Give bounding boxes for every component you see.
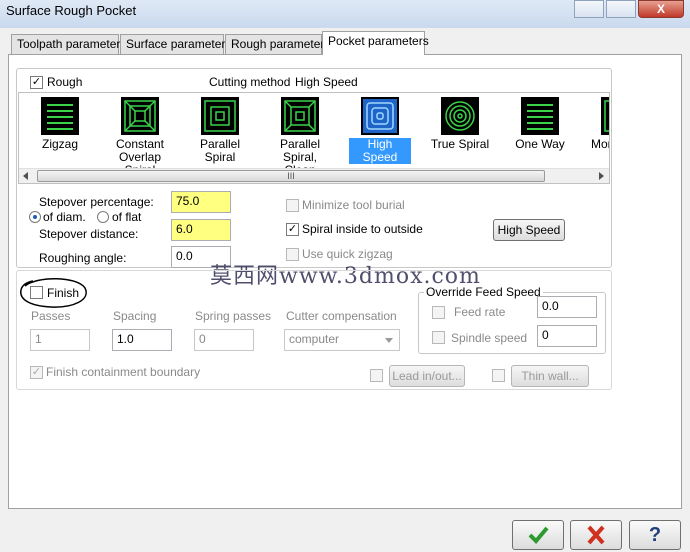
cutting-method-label: Cutting method (209, 75, 291, 89)
spacing-label: Spacing (113, 309, 157, 323)
method-label-high-speed[interactable]: High Speed (349, 138, 411, 164)
method-label-true-spiral[interactable]: True Spiral (423, 138, 497, 151)
window-title: Surface Rough Pocket (6, 3, 137, 18)
minimize-tool-burial-label: Minimize tool burial (302, 198, 405, 212)
constant-overlap-spiral-icon[interactable] (121, 97, 159, 135)
finish-checkbox[interactable] (30, 286, 43, 299)
maximize-button[interactable] (606, 0, 636, 18)
scroll-left-icon[interactable] (23, 172, 28, 180)
spiral-inside-label: Spiral inside to outside (302, 222, 423, 236)
rough-checkbox[interactable]: ✓ (30, 76, 43, 89)
tab-label: Surface parameters (126, 37, 232, 51)
feed-rate-input[interactable]: 0.0 (537, 296, 597, 318)
method-label-parallel-spiral[interactable]: Parallel Spiral (183, 138, 257, 164)
method-label-morph[interactable]: Mor (583, 138, 609, 151)
passes-input[interactable]: 1 (30, 329, 90, 351)
zigzag-icon[interactable] (41, 97, 79, 135)
morph-icon[interactable] (601, 97, 610, 135)
cutter-compensation-value: computer (289, 332, 340, 346)
spiral-inside-checkbox[interactable]: ✓ (286, 223, 299, 236)
stepover-distance-input[interactable]: 6.0 (171, 219, 231, 241)
tab-label: Rough parameters (231, 37, 331, 51)
help-button[interactable]: ? (629, 520, 681, 550)
finish-label: Finish (47, 286, 80, 300)
method-label-zigzag[interactable]: Zigzag (23, 138, 97, 151)
cutting-method-value: High Speed (295, 75, 358, 89)
scroll-thumb[interactable]: III (37, 170, 545, 182)
stepover-distance-label: Stepover distance: (39, 227, 139, 241)
of-flat-radio[interactable] (97, 211, 109, 223)
tab-label: Pocket parameters (328, 34, 429, 48)
tab-pocket-parameters[interactable]: Pocket parameters (322, 31, 429, 55)
finish-containment-label: Finish containment boundary (46, 365, 201, 379)
cutting-method-list[interactable]: Zigzag ConstantOverlap Spiral Parallel S… (18, 92, 610, 184)
feed-rate-label: Feed rate (454, 305, 506, 319)
true-spiral-icon[interactable] (441, 97, 479, 135)
spring-passes-label: Spring passes (195, 309, 272, 323)
stepover-percentage-label: Stepover percentage: (39, 195, 154, 209)
cutter-compensation-select[interactable]: computer (284, 329, 400, 351)
of-diam-label: of diam. (43, 210, 86, 224)
override-feed-speed-title: Override Feed Speed (424, 285, 543, 299)
parallel-spiral-icon[interactable] (201, 97, 239, 135)
question-icon: ? (648, 524, 662, 546)
scroll-right-icon[interactable] (599, 172, 604, 180)
thin-wall-button[interactable]: Thin wall... (511, 365, 589, 387)
spindle-speed-checkbox[interactable] (432, 331, 445, 344)
of-diam-radio[interactable] (29, 211, 41, 223)
lead-in-out-button[interactable]: Lead in/out... (389, 365, 465, 387)
of-flat-label: of flat (112, 210, 142, 224)
horizontal-scrollbar[interactable]: III (19, 168, 609, 183)
rough-label: Rough (47, 75, 83, 89)
parallel-spiral-clean-corners-icon[interactable] (281, 97, 319, 135)
minimize-tool-burial-checkbox[interactable] (286, 199, 299, 212)
tab-rough-parameters[interactable]: Rough parameters (225, 34, 330, 54)
minimize-button[interactable] (574, 0, 604, 18)
x-icon (587, 525, 605, 545)
spring-passes-input[interactable]: 0 (194, 329, 254, 351)
spindle-speed-label: Spindle speed (451, 331, 528, 345)
tab-label: Toolpath parameters (17, 37, 127, 51)
ok-button[interactable] (512, 520, 564, 550)
finish-containment-checkbox[interactable]: ✓ (30, 366, 43, 379)
roughing-angle-label: Roughing angle: (39, 251, 127, 265)
high-speed-button[interactable]: High Speed (493, 219, 565, 241)
feed-rate-checkbox[interactable] (432, 306, 445, 319)
stepover-percentage-input[interactable]: 75.0 (171, 191, 231, 213)
one-way-icon[interactable] (521, 97, 559, 135)
thin-wall-checkbox[interactable] (492, 369, 505, 382)
passes-label: Passes (31, 309, 71, 323)
method-label-one-way[interactable]: One Way (503, 138, 577, 151)
close-button[interactable]: X (638, 0, 684, 18)
spacing-input[interactable]: 1.0 (112, 329, 172, 351)
cancel-button[interactable] (570, 520, 622, 550)
chevron-down-icon (385, 338, 393, 343)
high-speed-icon[interactable] (361, 97, 399, 135)
close-icon: X (656, 2, 665, 16)
tab-toolpath-parameters[interactable]: Toolpath parameters (11, 34, 126, 54)
lead-in-out-checkbox[interactable] (370, 369, 383, 382)
tab-surface-parameters[interactable]: Surface parameters (120, 34, 231, 54)
cutter-compensation-label: Cutter compensation (286, 309, 397, 323)
checkmark-icon (528, 526, 549, 544)
spindle-speed-input[interactable]: 0 (537, 325, 597, 347)
